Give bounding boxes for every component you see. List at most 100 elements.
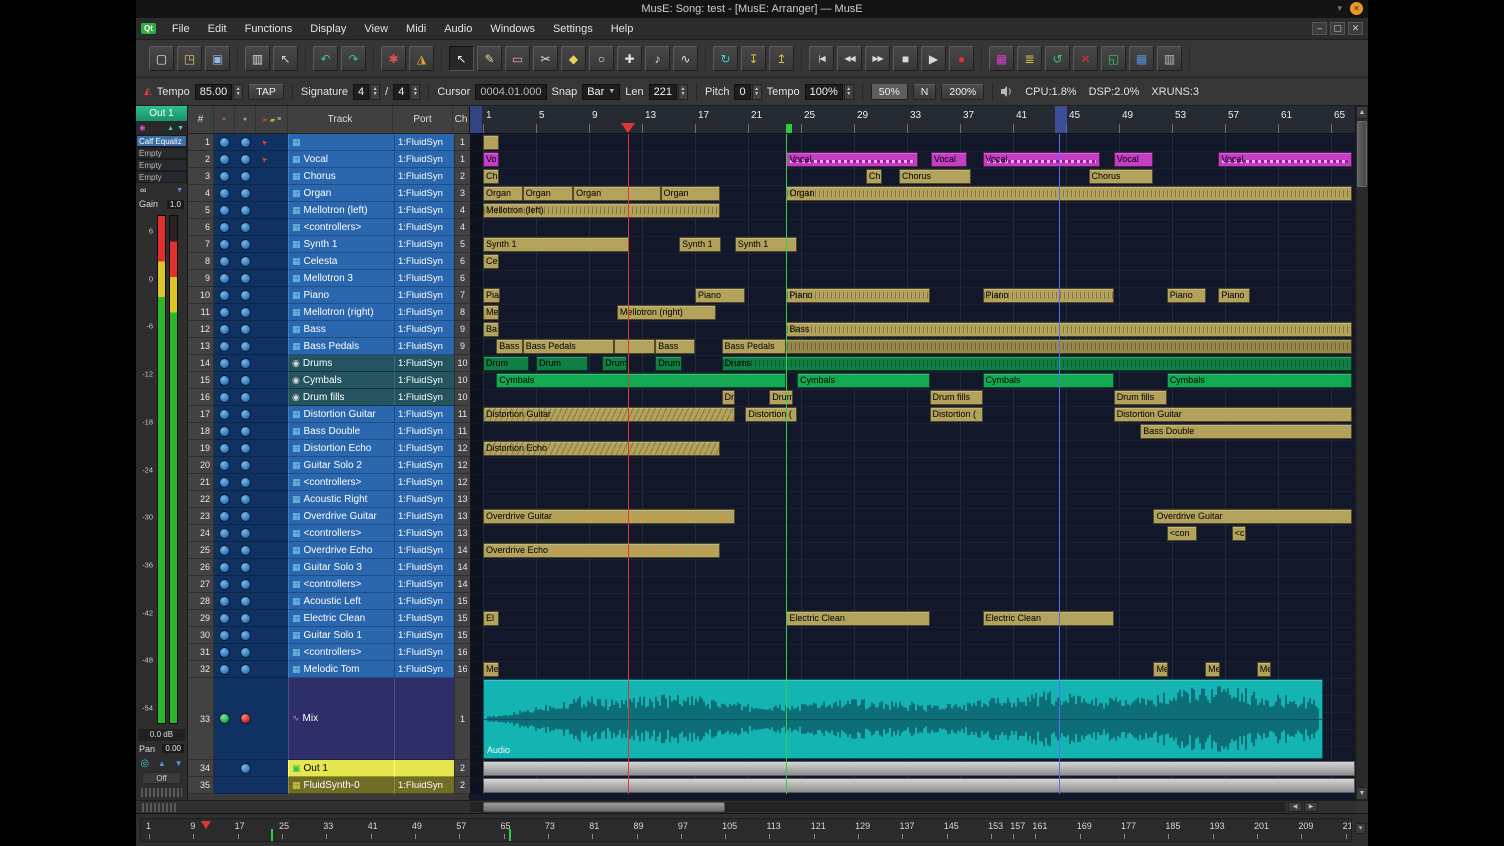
mute-button[interactable]	[235, 338, 256, 355]
mute-button[interactable]	[235, 372, 256, 389]
arranger-part[interactable]: Electric Clean	[983, 611, 1114, 626]
pitch-spinbox[interactable]: 0 ▲▼	[734, 84, 761, 100]
track-row-7[interactable]: 7▦Synth 11:FluidSyn5	[188, 236, 470, 253]
arranger-part[interactable]: <con	[1167, 526, 1197, 541]
track-name-cell[interactable]: ▦Bass Double	[288, 423, 394, 440]
pan-tool-icon[interactable]: ✚	[617, 46, 642, 71]
record-arm-button[interactable]	[214, 151, 235, 168]
track-name-cell[interactable]: ▦Celesta	[288, 253, 394, 270]
signature-denominator-spinbox[interactable]: 4 ▲▼	[393, 84, 420, 100]
track-name-cell[interactable]: ▦Guitar Solo 2	[288, 457, 394, 474]
spin-arrows-icon[interactable]: ▲▼	[410, 84, 420, 100]
strip-resize-grip[interactable]	[142, 803, 178, 812]
record-arm-button[interactable]	[214, 678, 235, 760]
mute-button[interactable]	[235, 525, 256, 542]
arranger-part[interactable]	[786, 339, 1352, 354]
track-name-cell[interactable]: ▦<controllers>	[288, 474, 394, 491]
track-port[interactable]: 1:FluidSyn	[394, 338, 454, 355]
panic-icon[interactable]: ✕	[1073, 46, 1098, 71]
track-name-cell[interactable]: ▦	[288, 134, 394, 151]
arranger-part[interactable]: Piano	[983, 288, 1114, 303]
arranger-part[interactable]: Drum	[769, 390, 793, 405]
signature-numerator-spinbox[interactable]: 4 ▲▼	[353, 84, 380, 100]
arranger-part[interactable]: Organ	[573, 186, 660, 201]
zoom-out-button[interactable]: 50%	[871, 84, 908, 100]
record-arm-button[interactable]	[214, 440, 235, 457]
overview-playhead-marker[interactable]	[201, 821, 211, 829]
arranger-part[interactable]: Electric Clean	[786, 611, 929, 626]
effect-slot[interactable]: Calf Equaliz	[136, 135, 187, 147]
track-row-23[interactable]: 23▦Overdrive Guitar1:FluidSyn13	[188, 508, 470, 525]
metronome-icon[interactable]: ◮	[409, 46, 434, 71]
arranger-part[interactable]: Cymbals	[983, 373, 1114, 388]
record-arm-button[interactable]	[214, 457, 235, 474]
marker-list-icon[interactable]: ≣	[1017, 46, 1042, 71]
record-arm-button[interactable]	[214, 304, 235, 321]
zoom-tool-icon[interactable]: ○	[589, 46, 614, 71]
record-arm-button[interactable]	[214, 406, 235, 423]
track-port[interactable]: 1:FluidSyn	[394, 253, 454, 270]
track-name-cell[interactable]: ▦Electric Clean	[288, 610, 394, 627]
scroll-down-icon[interactable]: ▼	[1356, 787, 1368, 800]
track-row-10[interactable]: 10▦Piano1:FluidSyn7	[188, 287, 470, 304]
link-icon[interactable]: ∞	[140, 185, 146, 195]
arranger-part[interactable]: Organ	[786, 186, 1352, 201]
record-arm-button[interactable]	[214, 253, 235, 270]
scroll-left-icon[interactable]: ◀	[1288, 802, 1302, 812]
track-row-1[interactable]: 1➤▦1:FluidSyn1	[188, 134, 470, 151]
rewind-icon[interactable]: ◀◀	[837, 46, 862, 71]
track-port[interactable]: 1:FluidSyn	[394, 525, 454, 542]
new-file-icon[interactable]: ▢	[149, 46, 174, 71]
track-name-cell[interactable]: ∿Mix	[288, 678, 394, 760]
track-name-cell[interactable]: ▦Guitar Solo 1	[288, 627, 394, 644]
track-row-9[interactable]: 9▦Mellotron 31:FluidSyn6	[188, 270, 470, 287]
track-name-cell[interactable]: ◉Drum fills	[288, 389, 394, 406]
record-arm-button[interactable]	[214, 202, 235, 219]
track-row-19[interactable]: 19▦Distortion Echo1:FluidSyn12	[188, 440, 470, 457]
track-port[interactable]: 1:FluidSyn	[394, 219, 454, 236]
spin-arrows-icon[interactable]: ▲▼	[752, 84, 762, 100]
record-arm-button[interactable]	[214, 355, 235, 372]
arranger-part[interactable]: Me	[1257, 662, 1272, 677]
arranger-part[interactable]: Drum	[602, 356, 627, 371]
stop-icon[interactable]: ■	[893, 46, 918, 71]
mute-button[interactable]	[235, 270, 256, 287]
loop-icon[interactable]: ↻	[713, 46, 738, 71]
track-name-cell[interactable]: ▦Bass Pedals	[288, 338, 394, 355]
arranger-part[interactable]: Drums	[722, 356, 1353, 371]
mute-button[interactable]	[235, 134, 256, 151]
record-arm-button[interactable]	[214, 508, 235, 525]
track-port[interactable]: 1:FluidSyn	[394, 542, 454, 559]
line-tool-icon[interactable]: ∿	[673, 46, 698, 71]
track-row-29[interactable]: 29▦Electric Clean1:FluidSyn15	[188, 610, 470, 627]
track-port[interactable]: 1:FluidSyn	[394, 151, 454, 168]
track-name-cell[interactable]: ▦Organ	[288, 185, 394, 202]
track-name-cell[interactable]: ▦Acoustic Right	[288, 491, 394, 508]
track-port[interactable]: 1:FluidSyn	[394, 559, 454, 576]
spin-arrows-icon[interactable]: ▲▼	[678, 84, 688, 100]
track-row-31[interactable]: 31▦<controllers>1:FluidSyn16	[188, 644, 470, 661]
forward-icon[interactable]: ▶▶	[865, 46, 890, 71]
arranger-part[interactable]: Overdrive Echo	[483, 543, 720, 558]
mute-button[interactable]	[235, 627, 256, 644]
zoom-normal-button[interactable]: N	[913, 84, 937, 100]
mute-button[interactable]	[235, 168, 256, 185]
mute-button[interactable]	[235, 304, 256, 321]
track-name-cell[interactable]: ▦Overdrive Echo	[288, 542, 394, 559]
track-row-2[interactable]: 2➤▦Vocal1:FluidSyn1	[188, 151, 470, 168]
track-name-cell[interactable]: ▦Guitar Solo 3	[288, 559, 394, 576]
hscroll-thumb[interactable]	[483, 802, 725, 812]
arranger-part[interactable]: Chorus	[899, 169, 971, 184]
mixer-strip-title[interactable]: Out 1	[136, 106, 187, 121]
track-port[interactable]: 1:FluidSyn	[394, 304, 454, 321]
record-arm-button[interactable]	[214, 760, 235, 777]
menu-edit[interactable]: Edit	[199, 21, 236, 37]
arranger-part[interactable]: Piano	[786, 288, 929, 303]
track-row-33[interactable]: 33∿Mix1	[188, 678, 470, 760]
record-arm-button[interactable]	[214, 644, 235, 661]
arranger-grid[interactable]: VoVocalVocalVocalVocalVocalChChChorusCho…	[470, 134, 1355, 794]
play-icon[interactable]: ▶	[921, 46, 946, 71]
arranger-part[interactable]: Cymbals	[1167, 373, 1353, 388]
save-file-icon[interactable]: ▣	[205, 46, 230, 71]
track-row-24[interactable]: 24▦<controllers>1:FluidSyn13	[188, 525, 470, 542]
